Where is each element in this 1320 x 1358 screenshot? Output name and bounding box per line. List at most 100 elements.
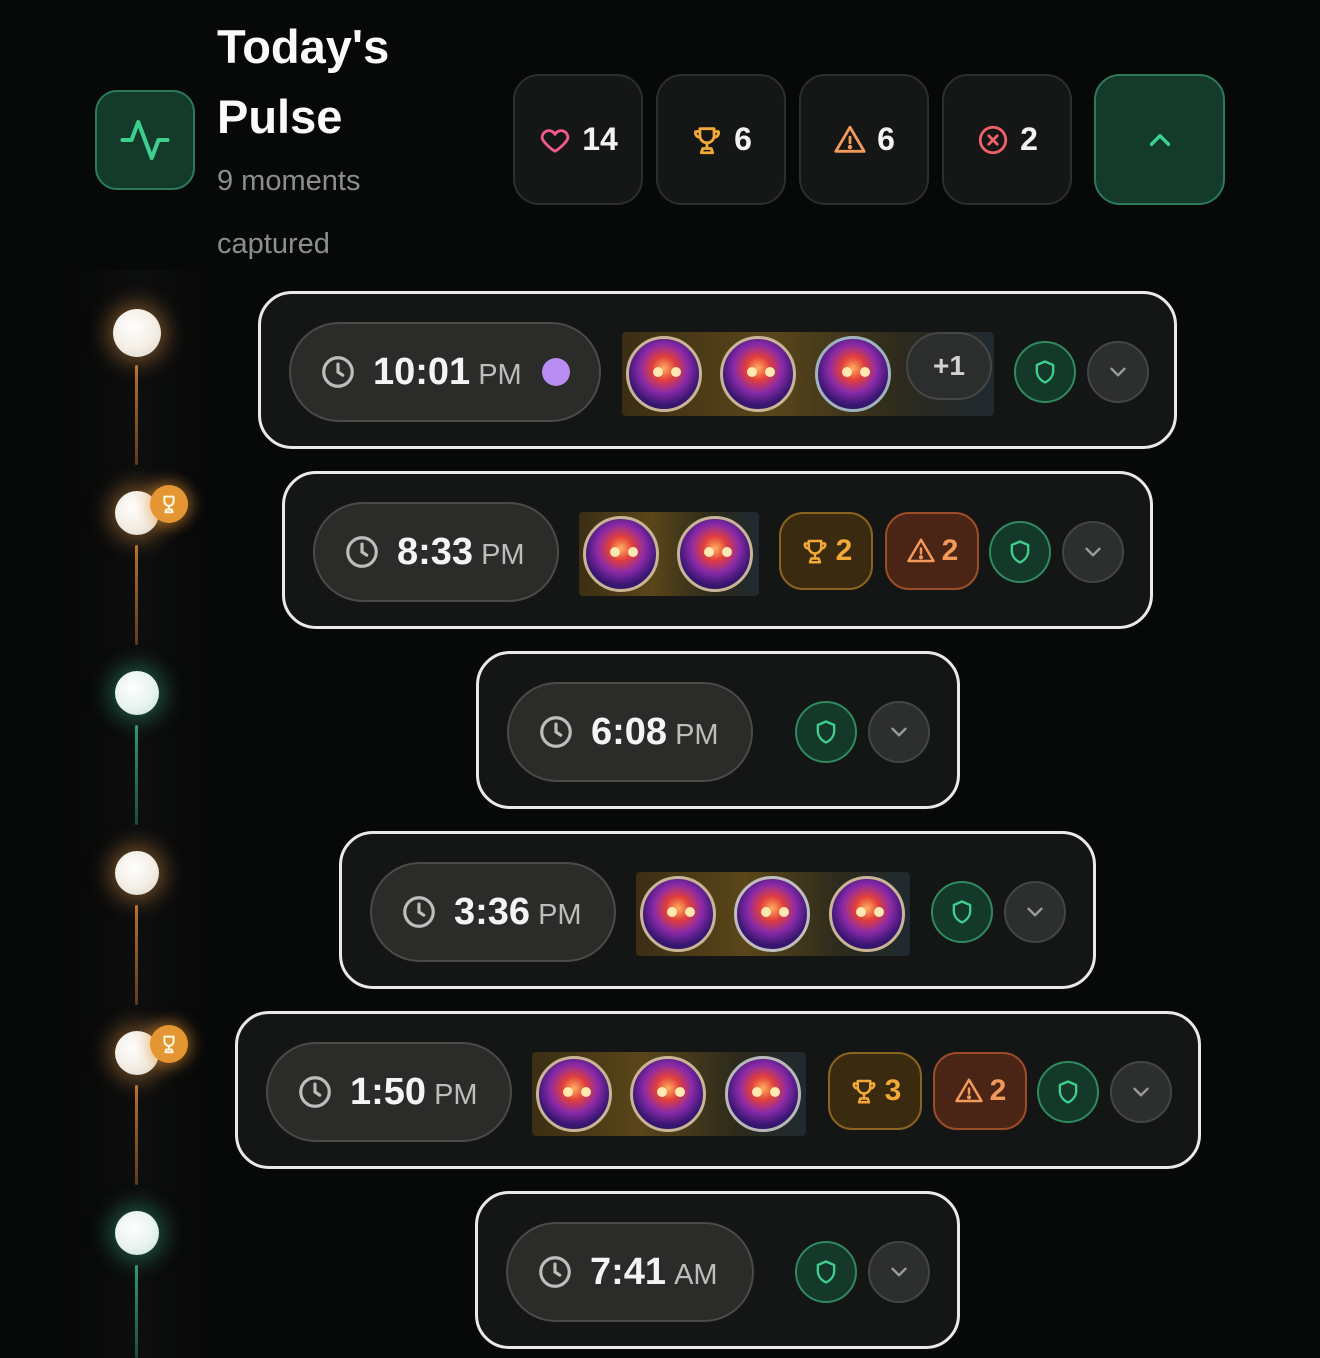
avatar-group [579,512,759,596]
page-title: Today's Pulse [217,20,390,143]
avatar[interactable] [677,516,753,592]
timeline-node [115,671,159,715]
avatar[interactable] [734,876,810,952]
expand-button[interactable] [868,701,930,763]
shield-icon [1058,1080,1078,1104]
shield-icon [1010,540,1030,564]
moment-ampm: PM [675,718,719,751]
moment-ampm: PM [434,1078,478,1111]
timeline-segment [135,1265,138,1358]
expand-button[interactable] [1110,1061,1172,1123]
avatar-group [532,1052,806,1136]
moment-ampm: PM [481,538,525,571]
warning-badge[interactable]: 2 [885,512,979,590]
moment-ampm: PM [478,358,522,391]
trophy-badge[interactable]: 2 [779,512,873,590]
time-pill[interactable]: 10:01 PM [289,322,601,422]
shield-button[interactable] [1037,1061,1099,1123]
warning-icon [906,538,935,563]
stat-likes[interactable]: 14 [513,74,643,205]
expand-button[interactable] [1004,881,1066,943]
moment-card[interactable]: 1:50 PM 3 2 [235,1011,1201,1169]
avatar[interactable] [626,336,702,412]
chevron-down-icon [1133,1087,1149,1097]
shield-icon [1035,360,1055,384]
trophy-icon [694,126,721,154]
moment-card[interactable]: 8:33 PM 2 2 [282,471,1153,629]
avatar[interactable] [630,1056,706,1132]
time-pill[interactable]: 3:36 PM [370,862,616,962]
shield-icon [816,1260,836,1284]
activity-icon [120,119,170,161]
heart-icon [541,128,570,153]
moment-card[interactable]: 3:36 PM [339,831,1096,989]
moment-card[interactable]: 6:08 PM [476,651,960,809]
moment-card[interactable]: 10:01 PM +1 [258,291,1177,449]
chevron-down-icon [1110,367,1126,377]
time-pill[interactable]: 8:33 PM [313,502,559,602]
avatar[interactable] [536,1056,612,1132]
clock-icon [346,536,378,568]
moment-time: 8:33 [397,530,474,573]
timeline-trophy-badge [150,1025,188,1063]
clock-icon [299,1076,331,1108]
chevron-up-icon [1149,133,1170,146]
warning-icon [834,125,866,153]
trophy-badge[interactable]: 3 [828,1052,922,1130]
avatar[interactable] [720,336,796,412]
chevron-down-icon [1085,547,1101,557]
trophy-icon [803,539,827,564]
moment-time: 1:50 [350,1070,427,1113]
trophy-icon [163,1035,175,1054]
chevron-down-icon [891,1267,907,1277]
time-pill[interactable]: 6:08 PM [507,682,753,782]
chevron-down-icon [1027,907,1043,917]
warning-count: 2 [989,1074,1007,1107]
trophy-icon [852,1079,876,1104]
timeline-segment [135,725,138,825]
stat-warnings-value: 6 [877,121,895,157]
live-indicator [541,358,570,386]
timeline-segment [135,545,138,645]
stat-errors[interactable]: 2 [942,74,1072,205]
shield-button[interactable] [989,521,1051,583]
avatar[interactable] [725,1056,801,1132]
timeline-node [113,309,161,357]
page-subtitle: 9 moments captured [217,165,361,260]
moment-ampm: PM [538,898,582,931]
stat-trophies-value: 6 [734,121,752,157]
clock-icon [540,716,572,748]
shield-button[interactable] [931,881,993,943]
timeline-node [115,1211,159,1255]
avatar[interactable] [815,336,891,412]
stat-errors-value: 2 [1020,121,1038,157]
more-avatars-pill[interactable]: +1 [906,332,992,400]
shield-icon [952,900,972,924]
shield-button[interactable] [1014,341,1076,403]
time-pill[interactable]: 7:41 AM [506,1222,754,1322]
avatar[interactable] [829,876,905,952]
warning-count: 2 [941,534,959,567]
clock-icon [539,1256,571,1288]
shield-icon [816,720,836,744]
warning-badge[interactable]: 2 [933,1052,1027,1130]
chevron-down-icon [891,727,907,737]
expand-button[interactable] [1062,521,1124,583]
moment-time: 3:36 [454,890,531,933]
moment-time: 7:41 [590,1250,667,1293]
avatar[interactable] [583,516,659,592]
collapse-button[interactable] [1094,74,1225,205]
stat-likes-value: 14 [582,121,618,157]
avatar-group [636,872,910,956]
avatar[interactable] [640,876,716,952]
expand-button[interactable] [868,1241,930,1303]
timeline-segment [135,1085,138,1185]
expand-button[interactable] [1087,341,1149,403]
shield-button[interactable] [795,701,857,763]
moment-ampm: AM [674,1258,718,1291]
shield-button[interactable] [795,1241,857,1303]
stat-warnings[interactable]: 6 [799,74,929,205]
moment-card[interactable]: 7:41 AM [475,1191,960,1349]
time-pill[interactable]: 1:50 PM [266,1042,512,1142]
stat-trophies[interactable]: 6 [656,74,786,205]
